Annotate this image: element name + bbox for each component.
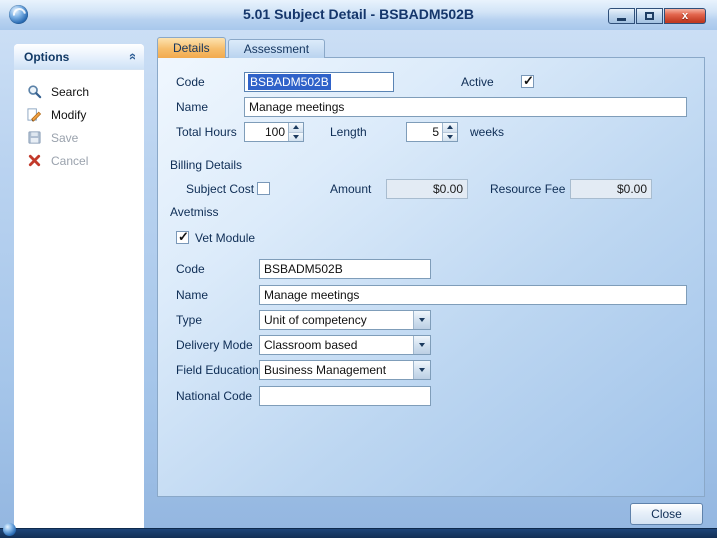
resource-fee-input [570,179,652,199]
active-label: Active [461,72,494,92]
delivery-mode-selected-value: Classroom based [260,338,357,352]
avetmiss-code-input[interactable] [259,259,431,279]
spin-up-button[interactable] [289,123,303,132]
avetmiss-name-label: Name [176,285,208,305]
cancel-icon [27,153,42,168]
length-stepper[interactable]: 5 [406,122,458,142]
code-value-selected-text: BSBADM502B [248,74,331,90]
sidebar-item-search[interactable]: Search [14,80,144,103]
options-sidebar: Options » Search Modify [14,44,144,528]
avetmiss-section-label: Avetmiss [170,205,218,219]
field-education-label: Field Education [176,360,259,380]
arrow-down-icon [447,135,453,139]
sidebar-item-label: Search [51,85,89,99]
field-education-dropdown[interactable]: Business Management [259,360,431,380]
spin-up-button[interactable] [443,123,457,132]
dropdown-button[interactable] [413,311,430,329]
minimize-button[interactable] [608,8,635,24]
maximize-button[interactable] [636,8,663,24]
name-label: Name [176,97,208,117]
collapse-chevron-icon[interactable]: » [124,53,139,60]
arrow-up-icon [293,125,299,129]
options-header: Options » [14,44,144,70]
type-dropdown[interactable]: Unit of competency [259,310,431,330]
delivery-mode-dropdown[interactable]: Classroom based [259,335,431,355]
weeks-label: weeks [470,122,504,142]
chevron-down-icon [419,343,425,347]
total-hours-stepper[interactable]: 100 [244,122,304,142]
total-hours-value: 100 [245,123,288,141]
sidebar-item-label: Modify [51,108,86,122]
subject-cost-label: Subject Cost [186,179,254,199]
amount-input [386,179,468,199]
type-label: Type [176,310,202,330]
arrow-up-icon [447,125,453,129]
avetmiss-code-label: Code [176,259,205,279]
amount-label: Amount [330,179,371,199]
tab-strip: Details Assessment [157,37,327,58]
sidebar-item-label: Cancel [51,154,88,168]
name-input[interactable] [244,97,687,117]
code-label: Code [176,72,205,92]
window-controls: x [607,8,706,24]
vet-module-checkbox[interactable] [176,231,189,244]
national-code-label: National Code [176,386,252,406]
active-checkbox[interactable] [521,75,534,88]
options-header-label: Options [24,50,69,64]
close-icon: x [682,11,688,22]
chevron-down-icon [419,368,425,372]
pencil-icon [27,107,42,122]
dropdown-button[interactable] [413,361,430,379]
spin-down-button[interactable] [289,132,303,142]
sidebar-item-save: Save [14,126,144,149]
type-selected-value: Unit of competency [260,313,367,327]
details-panel: Code BSBADM502B Active Name Total Hours … [157,57,705,497]
search-icon [27,84,42,99]
national-code-input[interactable] [259,386,431,406]
code-input[interactable]: BSBADM502B [244,72,394,92]
total-hours-label: Total Hours [176,122,237,142]
save-icon [27,130,42,145]
vet-module-label: Vet Module [195,228,255,248]
sidebar-item-label: Save [51,131,78,145]
spin-down-button[interactable] [443,132,457,142]
chevron-down-icon [419,318,425,322]
length-value: 5 [407,123,442,141]
stepper-buttons [288,123,303,141]
tab-details[interactable]: Details [157,37,226,58]
close-button[interactable]: Close [630,503,703,525]
sidebar-item-modify[interactable]: Modify [14,103,144,126]
tab-assessment[interactable]: Assessment [228,39,325,58]
avetmiss-name-input[interactable] [259,285,687,305]
titlebar: 5.01 Subject Detail - BSBADM502B x [0,0,717,30]
length-label: Length [330,122,367,142]
resource-fee-label: Resource Fee [490,179,565,199]
subject-cost-checkbox[interactable] [257,182,270,195]
dropdown-button[interactable] [413,336,430,354]
minimize-icon [617,18,626,21]
close-window-button[interactable]: x [664,8,706,24]
bottom-strip [0,528,717,538]
field-education-selected-value: Business Management [260,363,386,377]
delivery-mode-label: Delivery Mode [176,335,253,355]
stepper-buttons [442,123,457,141]
options-items: Search Modify Save [14,70,144,172]
maximize-icon [645,12,654,20]
taskbar-app-icon [3,523,16,536]
dialog-window: 5.01 Subject Detail - BSBADM502B x Optio… [0,0,717,538]
arrow-down-icon [293,135,299,139]
sidebar-item-cancel: Cancel [14,149,144,172]
billing-details-section-label: Billing Details [170,158,242,172]
